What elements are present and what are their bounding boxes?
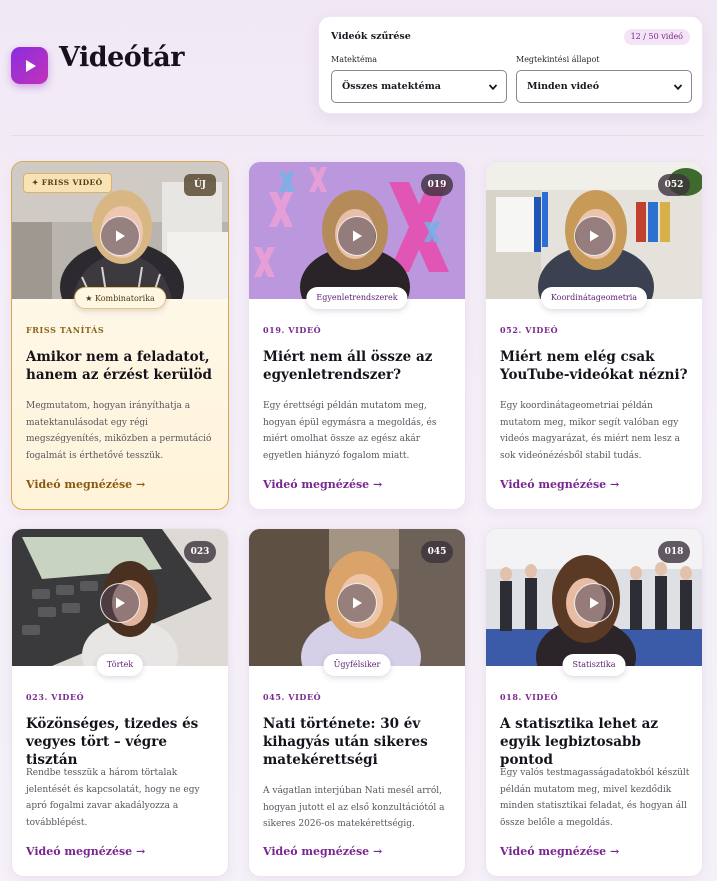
video-number-badge: 045	[421, 541, 453, 563]
status-label: Megtekintési állapot	[516, 55, 600, 64]
play-button[interactable]	[337, 582, 377, 623]
card-kicker: 019. VIDEÓ	[263, 325, 322, 335]
card-kicker: 023. VIDEÓ	[26, 692, 85, 702]
card-title: Nati története: 30 év kihagyás után sike…	[263, 716, 428, 768]
chevron-down-icon	[673, 84, 683, 91]
filter-title: Videók szűrése	[331, 31, 411, 42]
topic-tag: Koordinátageometria	[540, 287, 648, 309]
card-description: Megmutatom, hogyan irányíthatja a matekt…	[26, 401, 212, 461]
card-description: Egy valós testmagasságadatokból készült …	[500, 768, 690, 828]
fresh-video-badge: ✦ FRISS VIDEÓ	[23, 173, 112, 193]
topic-tag: Ügyfélsiker	[323, 654, 391, 676]
play-icon	[353, 230, 362, 241]
video-card[interactable]: 018 Statisztika 018. VIDEÓ A statisztika…	[485, 528, 703, 877]
video-number-badge: 018	[658, 541, 690, 563]
watch-video-link[interactable]: Videó megnézése →	[500, 478, 619, 491]
logo	[11, 47, 48, 84]
card-description: Rendbe tesszük a három törtalak jelentés…	[26, 768, 200, 828]
watch-video-link[interactable]: Videó megnézése →	[263, 478, 382, 491]
card-description: A vágatlan interjúban Nati mesél arról, …	[263, 786, 445, 829]
play-button[interactable]	[574, 215, 614, 256]
video-thumbnail[interactable]: 052	[486, 162, 702, 299]
topic-select-value: Összes matektéma	[342, 81, 441, 92]
video-thumbnail[interactable]: ✦ FRISS VIDEÓ ÚJ	[12, 162, 228, 299]
play-icon	[116, 597, 125, 608]
topic-tag: Törtek	[96, 654, 144, 676]
play-button[interactable]	[337, 215, 377, 256]
chevron-down-icon	[488, 84, 498, 91]
video-thumbnail[interactable]: 045	[249, 529, 465, 666]
card-kicker: 045. VIDEÓ	[263, 692, 322, 702]
topic-tag: Egyenletrendszerek	[306, 287, 408, 309]
watch-video-link[interactable]: Videó megnézése →	[500, 845, 619, 858]
topic-tag: Statisztika	[562, 654, 626, 676]
status-select-value: Minden videó	[527, 81, 600, 92]
video-card[interactable]: 045 Ügyfélsiker 045. VIDEÓ Nati történet…	[248, 528, 466, 877]
play-button[interactable]	[100, 582, 140, 623]
video-thumbnail[interactable]: 019	[249, 162, 465, 299]
card-title: Közönséges, tizedes és vegyes tört – vég…	[26, 716, 199, 768]
video-card[interactable]: 052 Koordinátageometria 052. VIDEÓ Miért…	[485, 161, 703, 510]
card-title: Amikor nem a feladatot, hanem az érzést …	[26, 349, 213, 383]
play-icon	[25, 59, 36, 72]
topic-label: Matektéma	[331, 55, 378, 64]
play-icon	[590, 597, 599, 608]
card-description: Egy koordinátageometriai példán mutatom …	[500, 401, 680, 461]
video-number-badge: 023	[184, 541, 216, 563]
video-number-badge: 019	[421, 174, 453, 196]
card-kicker: 018. VIDEÓ	[500, 692, 559, 702]
topic-select[interactable]: Összes matektéma	[331, 70, 507, 103]
card-title: Miért nem elég csak YouTube-videókat néz…	[500, 349, 688, 383]
page-header: Videótár Videók szűrése 12 / 50 videó Ma…	[0, 0, 717, 136]
video-thumbnail[interactable]: 018	[486, 529, 702, 666]
page-title: Videótár	[59, 42, 185, 73]
watch-video-link[interactable]: Videó megnézése →	[263, 845, 382, 858]
play-icon	[353, 597, 362, 608]
card-description: Egy érettségi példán mutatom meg, hogyan…	[263, 401, 437, 461]
status-select[interactable]: Minden videó	[516, 70, 692, 103]
topic-tag: ★ Kombinatorika	[74, 287, 166, 309]
card-title: Miért nem áll össze az egyenletrendszer?	[263, 349, 433, 383]
video-card[interactable]: ✦ FRISS VIDEÓ ÚJ ★ Kombinatorika FRISS T…	[11, 161, 229, 510]
header-divider	[11, 135, 703, 136]
watch-video-link[interactable]: Videó megnézése →	[26, 478, 145, 491]
play-icon	[590, 230, 599, 241]
video-count-badge: 12 / 50 videó	[623, 29, 690, 45]
play-button[interactable]	[574, 582, 614, 623]
card-kicker: 052. VIDEÓ	[500, 325, 559, 335]
play-button[interactable]	[100, 215, 140, 256]
video-number-badge: 052	[658, 174, 690, 196]
video-card[interactable]: 023 Törtek 023. VIDEÓ Közönséges, tizede…	[11, 528, 229, 877]
new-badge: ÚJ	[184, 174, 216, 196]
card-title: A statisztika lehet az egyik legbiztosab…	[500, 716, 659, 768]
play-icon	[116, 230, 125, 241]
video-card[interactable]: 019 Egyenletrendszerek 019. VIDEÓ Miért …	[248, 161, 466, 510]
watch-video-link[interactable]: Videó megnézése →	[26, 845, 145, 858]
card-kicker: FRISS TANÍTÁS	[26, 325, 105, 335]
video-thumbnail[interactable]: 023	[12, 529, 228, 666]
filter-panel: Videók szűrése 12 / 50 videó Matektéma M…	[318, 16, 703, 114]
